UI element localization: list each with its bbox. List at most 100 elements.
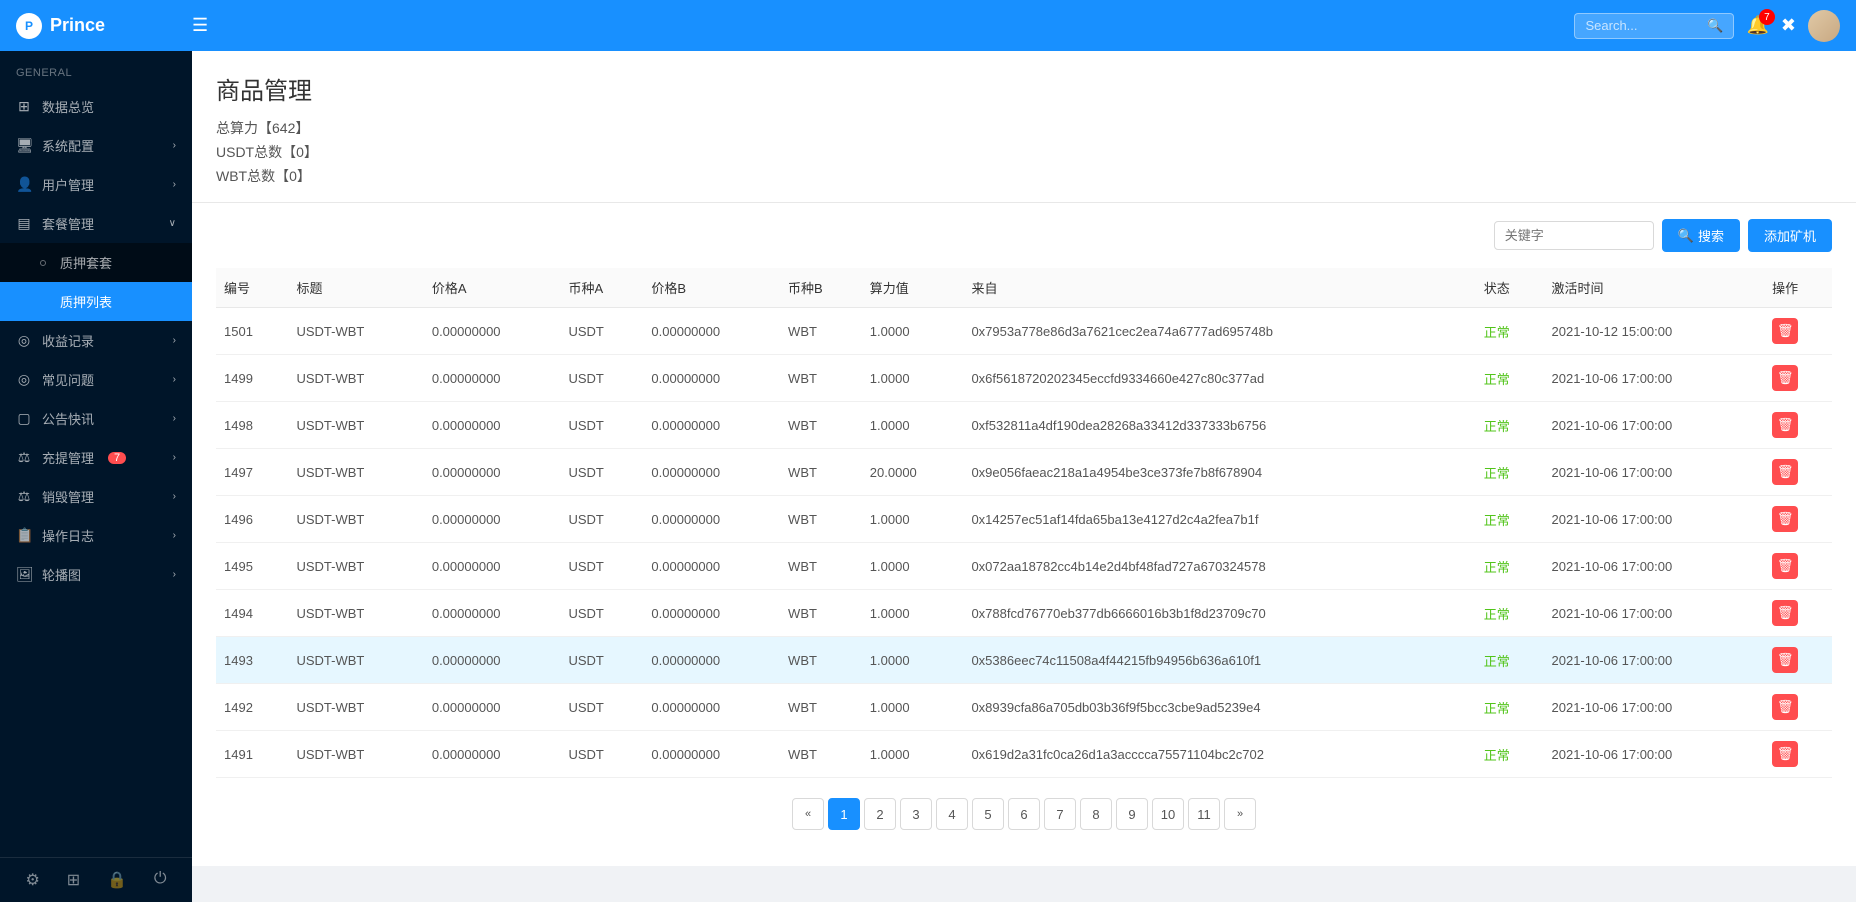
- pagination-prev[interactable]: «: [792, 798, 824, 830]
- sidebar-item-operation-log[interactable]: 📋 操作日志 ›: [0, 516, 192, 555]
- cell-action: 🗑: [1764, 402, 1832, 449]
- pagination-page-7[interactable]: 7: [1044, 798, 1076, 830]
- stat-wbt: WBT总数【0】: [216, 166, 1832, 186]
- table-row: 1497 USDT-WBT 0.00000000 USDT 0.00000000…: [216, 449, 1832, 496]
- delete-button[interactable]: 🗑: [1772, 553, 1798, 579]
- main-layout: GENERAL ⊞ 数据总览 🖥 系统配置 › 👤 用户管理 › ▤ 套餐管理 …: [0, 51, 1856, 902]
- cell-status: 正常: [1476, 543, 1544, 590]
- pagination-page-4[interactable]: 4: [936, 798, 968, 830]
- delete-button[interactable]: 🗑: [1772, 318, 1798, 344]
- cell-coinA: USDT: [560, 355, 643, 402]
- cell-from: 0x6f5618720202345eccfd9334660e427c80c377…: [963, 355, 1475, 402]
- cell-id: 1501: [216, 308, 288, 355]
- power-bottom-icon[interactable]: ⏻: [154, 870, 167, 890]
- sidebar-item-system-config[interactable]: 🖥 系统配置 ›: [0, 126, 192, 165]
- pagination-page-8[interactable]: 8: [1080, 798, 1112, 830]
- pagination-page-6[interactable]: 6: [1008, 798, 1040, 830]
- cell-priceA: 0.00000000: [424, 731, 561, 778]
- cell-priceB: 0.00000000: [643, 637, 780, 684]
- cell-priceA: 0.00000000: [424, 543, 561, 590]
- delete-button[interactable]: 🗑: [1772, 600, 1798, 626]
- pagination-page-2[interactable]: 2: [864, 798, 896, 830]
- pagination-page-9[interactable]: 9: [1116, 798, 1148, 830]
- cell-action: 🗑: [1764, 308, 1832, 355]
- cell-priceB: 0.00000000: [643, 543, 780, 590]
- cell-priceA: 0.00000000: [424, 684, 561, 731]
- pagination-page-5[interactable]: 5: [972, 798, 1004, 830]
- pagination-page-3[interactable]: 3: [900, 798, 932, 830]
- sidebar-item-package-manage[interactable]: ▤ 套餐管理 ∨: [0, 204, 192, 243]
- cell-hashrate: 1.0000: [862, 543, 964, 590]
- cell-coinA: USDT: [560, 637, 643, 684]
- delete-button[interactable]: 🗑: [1772, 365, 1798, 391]
- cell-id: 1491: [216, 731, 288, 778]
- cell-coinB: WBT: [780, 308, 862, 355]
- global-search-input[interactable]: [1585, 18, 1701, 33]
- cell-title: USDT-WBT: [288, 402, 423, 449]
- sidebar-item-pledge-package[interactable]: 质押套套: [0, 243, 192, 282]
- pagination-page-11[interactable]: 11: [1188, 798, 1220, 830]
- sidebar-item-faq[interactable]: ◎ 常见问题 ›: [0, 360, 192, 399]
- sidebar-item-carousel[interactable]: 🖼 轮播图 ›: [0, 555, 192, 594]
- cell-priceA: 0.00000000: [424, 308, 561, 355]
- user-avatar[interactable]: [1808, 10, 1840, 42]
- col-from: 来自: [963, 268, 1475, 308]
- cell-status: 正常: [1476, 449, 1544, 496]
- chevron-right-icon: ›: [173, 179, 176, 190]
- table-container: 编号 标题 价格A 币种A 价格B 币种B 算力值 来自 状态 激活时间 操作: [216, 268, 1832, 778]
- search-button[interactable]: 🔍 搜索: [1662, 219, 1740, 252]
- sidebar-item-pledge-list[interactable]: 质押列表: [0, 282, 192, 321]
- keyword-input[interactable]: [1494, 221, 1654, 250]
- cell-priceB: 0.00000000: [643, 355, 780, 402]
- settings-icon[interactable]: ✖: [1781, 15, 1796, 36]
- table-row: 1496 USDT-WBT 0.00000000 USDT 0.00000000…: [216, 496, 1832, 543]
- pagination-next[interactable]: »: [1224, 798, 1256, 830]
- notification-icon[interactable]: 🔔 7: [1746, 15, 1768, 36]
- delete-button[interactable]: 🗑: [1772, 506, 1798, 532]
- sidebar-item-dashboard[interactable]: ⊞ 数据总览: [0, 87, 192, 126]
- delete-button[interactable]: 🗑: [1772, 647, 1798, 673]
- settings-bottom-icon[interactable]: ⚙: [25, 870, 39, 890]
- cell-time: 2021-10-06 17:00:00: [1544, 684, 1765, 731]
- col-action: 操作: [1764, 268, 1832, 308]
- chevron-right-icon: ›: [173, 140, 176, 151]
- cell-coinA: USDT: [560, 402, 643, 449]
- col-priceB: 价格B: [643, 268, 780, 308]
- lock-bottom-icon[interactable]: 🔒: [107, 870, 127, 890]
- cell-coinB: WBT: [780, 543, 862, 590]
- cell-title: USDT-WBT: [288, 449, 423, 496]
- add-miner-button[interactable]: 添加矿机: [1748, 219, 1832, 252]
- sidebar-item-announcement[interactable]: ▢ 公告快讯 ›: [0, 399, 192, 438]
- cell-coinA: USDT: [560, 590, 643, 637]
- delete-button[interactable]: 🗑: [1772, 459, 1798, 485]
- cell-coinB: WBT: [780, 496, 862, 543]
- cell-time: 2021-10-06 17:00:00: [1544, 543, 1765, 590]
- sidebar-item-sales-manage[interactable]: ⚖ 销毁管理 ›: [0, 477, 192, 516]
- grid-bottom-icon[interactable]: ⊞: [67, 870, 80, 890]
- sidebar-item-recharge-manage[interactable]: ⚖ 充提管理 7 ›: [0, 438, 192, 477]
- delete-button[interactable]: 🗑: [1772, 412, 1798, 438]
- pagination-page-10[interactable]: 10: [1152, 798, 1184, 830]
- sidebar-item-label: 套餐管理: [42, 214, 94, 233]
- menu-toggle-icon[interactable]: ☰: [192, 15, 208, 36]
- cell-from: 0xf532811a4df190dea28268a33412d337333b67…: [963, 402, 1475, 449]
- table-row: 1499 USDT-WBT 0.00000000 USDT 0.00000000…: [216, 355, 1832, 402]
- delete-button[interactable]: 🗑: [1772, 741, 1798, 767]
- sidebar-item-user-manage[interactable]: 👤 用户管理 ›: [0, 165, 192, 204]
- cell-coinA: USDT: [560, 449, 643, 496]
- delete-button[interactable]: 🗑: [1772, 694, 1798, 720]
- cell-time: 2021-10-06 17:00:00: [1544, 590, 1765, 637]
- global-search-box[interactable]: 🔍: [1574, 13, 1734, 39]
- sidebar-bottom: ⚙ ⊞ 🔒 ⏻: [0, 857, 192, 902]
- logo-text: Prince: [50, 15, 105, 36]
- table-row: 1492 USDT-WBT 0.00000000 USDT 0.00000000…: [216, 684, 1832, 731]
- cell-hashrate: 1.0000: [862, 637, 964, 684]
- cell-status: 正常: [1476, 308, 1544, 355]
- table-header: 编号 标题 价格A 币种A 价格B 币种B 算力值 来自 状态 激活时间 操作: [216, 268, 1832, 308]
- search-icon[interactable]: 🔍: [1707, 18, 1723, 34]
- chevron-right-icon: ›: [173, 452, 176, 463]
- chevron-down-icon: ∨: [169, 218, 176, 229]
- sidebar-item-income-record[interactable]: ◎ 收益记录 ›: [0, 321, 192, 360]
- pagination-page-1[interactable]: 1: [828, 798, 860, 830]
- cell-priceB: 0.00000000: [643, 590, 780, 637]
